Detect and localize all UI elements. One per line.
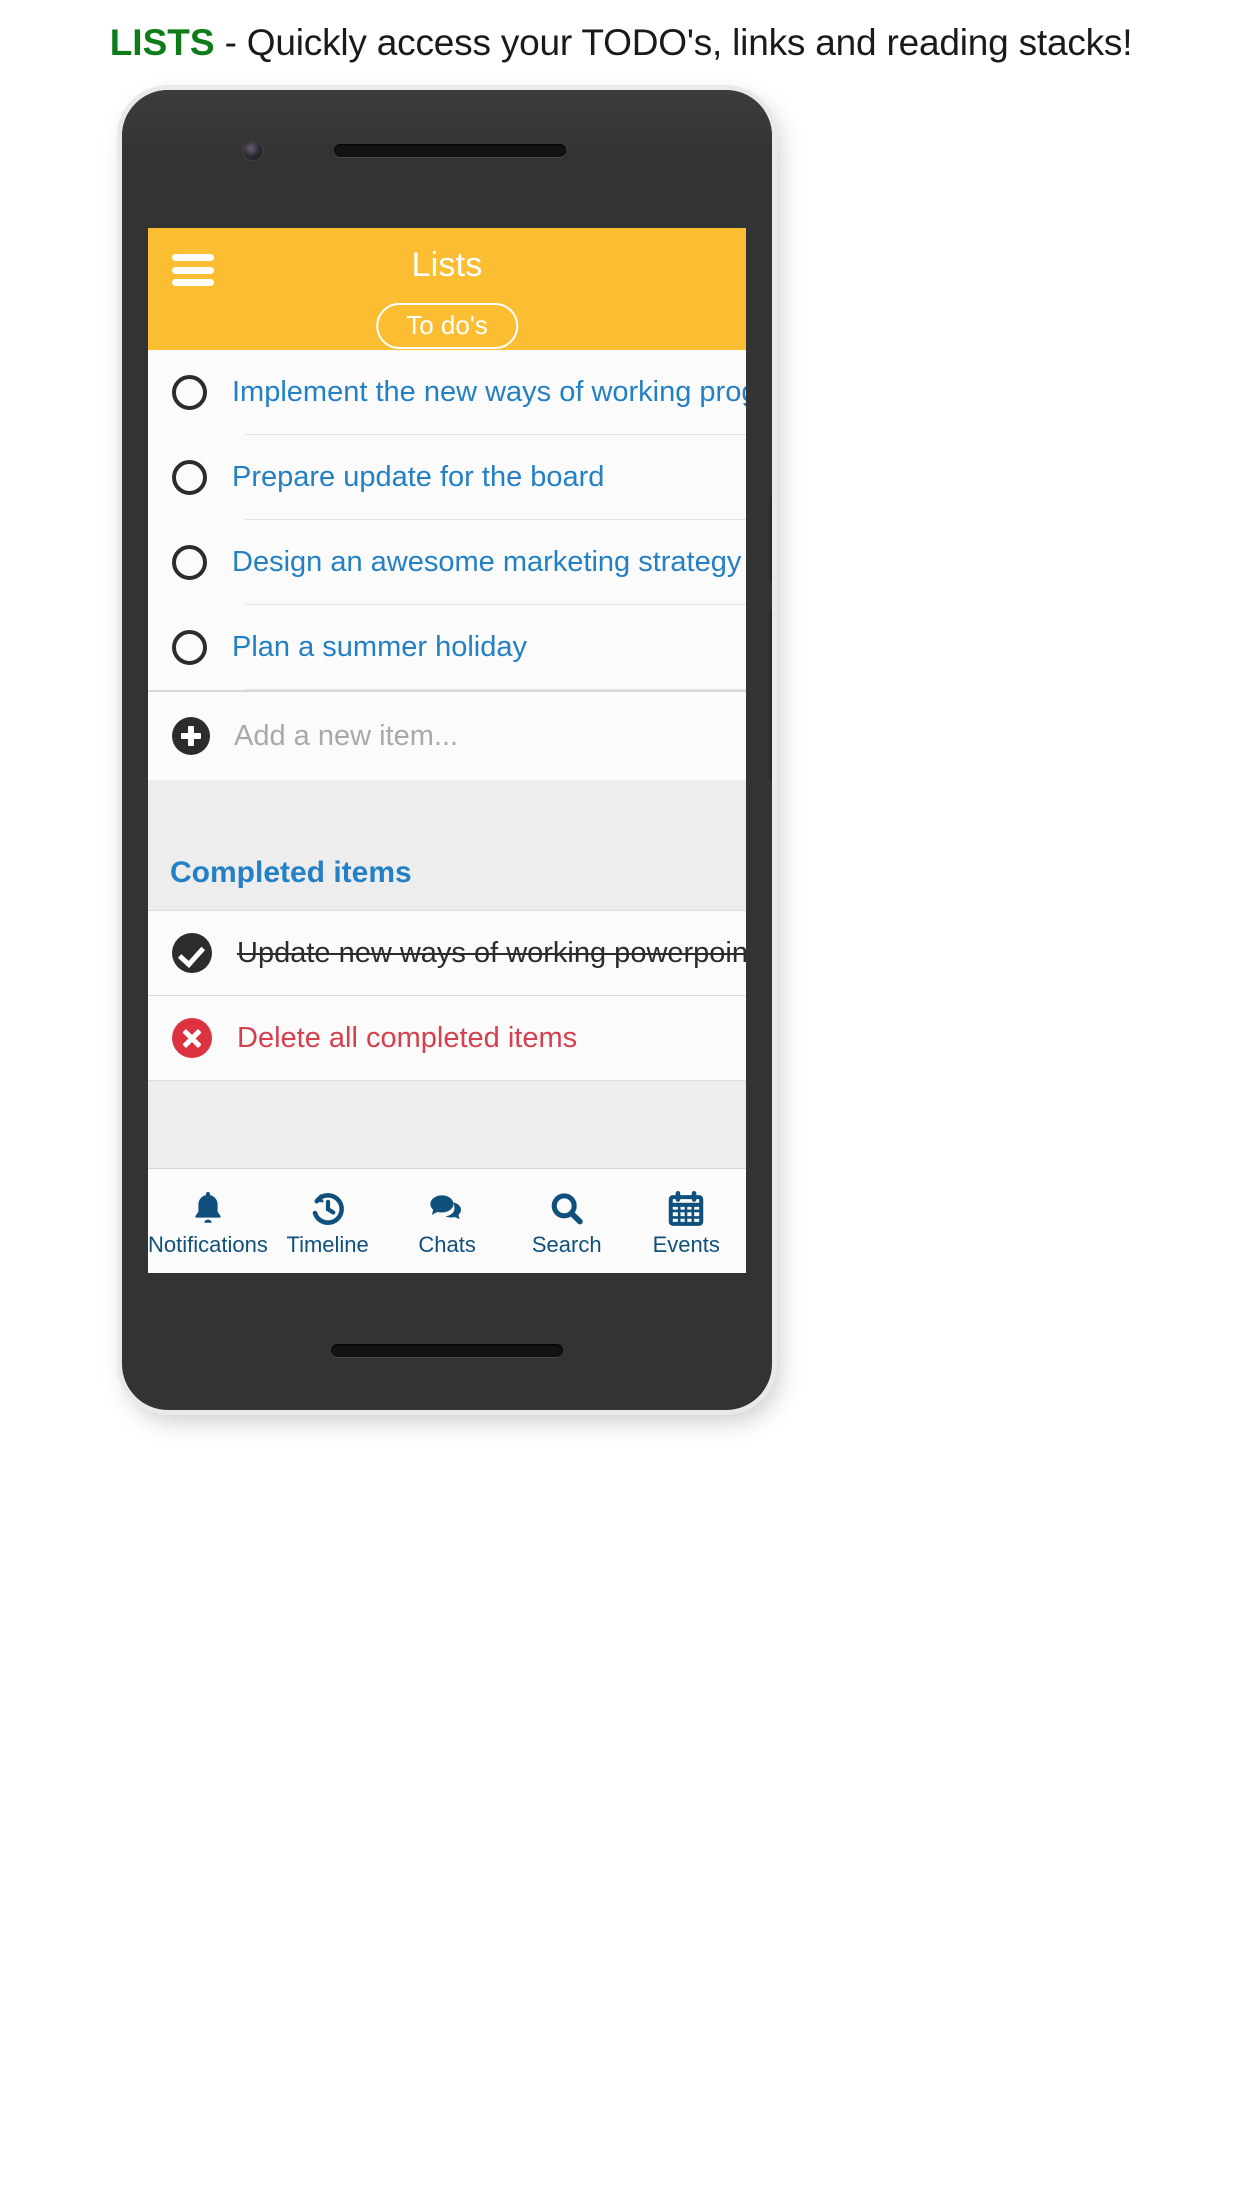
todo-item-label: Prepare update for the board bbox=[232, 461, 605, 493]
completed-item-label: Update new ways of working powerpoint bbox=[237, 936, 746, 969]
checkbox-unchecked-icon[interactable] bbox=[172, 630, 207, 665]
completed-item[interactable]: Update new ways of working powerpoint bbox=[148, 910, 746, 996]
bell-icon bbox=[187, 1186, 229, 1232]
nav-item-events[interactable]: Events bbox=[626, 1186, 746, 1256]
todo-item[interactable]: Implement the new ways of working progra… bbox=[148, 350, 746, 435]
completed-items-header: Completed items bbox=[170, 856, 412, 889]
calendar-icon bbox=[665, 1186, 707, 1232]
todo-item-label: Plan a summer holiday bbox=[232, 631, 527, 663]
magnifier-icon bbox=[546, 1186, 588, 1232]
empty-list-space bbox=[148, 1081, 746, 1168]
front-camera-icon bbox=[244, 142, 262, 160]
app-bar: Lists To do's bbox=[148, 228, 746, 350]
bottom-navigation-bar: Notifications Timeline Chats Search Even… bbox=[148, 1168, 746, 1273]
nav-item-label: Chats bbox=[418, 1232, 476, 1257]
nav-item-notifications[interactable]: Notifications bbox=[148, 1186, 268, 1256]
add-new-item-row[interactable]: Add a new item... bbox=[148, 690, 746, 780]
nav-item-timeline[interactable]: Timeline bbox=[268, 1186, 388, 1256]
page-title-highlight: LISTS bbox=[109, 22, 215, 63]
todo-item[interactable]: Prepare update for the board bbox=[148, 435, 746, 520]
checkbox-unchecked-icon[interactable] bbox=[172, 545, 207, 580]
add-new-item-input[interactable]: Add a new item... bbox=[234, 720, 458, 753]
x-circle-icon[interactable] bbox=[172, 1018, 212, 1058]
phone-screen: Lists To do's Implement the new ways of … bbox=[148, 228, 746, 1273]
completed-section-header-area: Completed items bbox=[148, 780, 746, 910]
earpiece-speaker bbox=[334, 144, 566, 157]
volume-button[interactable] bbox=[769, 496, 772, 582]
phone-top-shade bbox=[122, 90, 772, 150]
nav-item-search[interactable]: Search bbox=[507, 1186, 627, 1256]
page-title: LISTS - Quickly access your TODO's, link… bbox=[0, 22, 1242, 64]
bottom-speaker bbox=[331, 1344, 563, 1357]
plus-circle-icon[interactable] bbox=[172, 717, 210, 755]
todo-item-label: Design an awesome marketing strategy bbox=[232, 546, 742, 578]
phone-mockup: Lists To do's Implement the new ways of … bbox=[122, 90, 772, 1410]
nav-item-label: Timeline bbox=[286, 1232, 369, 1257]
todo-list: Implement the new ways of working progra… bbox=[148, 350, 746, 780]
speech-bubbles-icon bbox=[426, 1186, 468, 1232]
checkbox-checked-icon[interactable] bbox=[172, 933, 212, 973]
delete-all-completed-label: Delete all completed items bbox=[237, 1021, 578, 1054]
power-button[interactable] bbox=[769, 610, 772, 780]
checkbox-unchecked-icon[interactable] bbox=[172, 460, 207, 495]
todo-item-label: Implement the new ways of working progra… bbox=[232, 376, 746, 408]
nav-item-label: Notifications bbox=[148, 1232, 268, 1257]
todo-item[interactable]: Plan a summer holiday bbox=[148, 605, 746, 690]
todo-item[interactable]: Design an awesome marketing strategy bbox=[148, 520, 746, 605]
history-clock-icon bbox=[307, 1186, 349, 1232]
app-bar-title: Lists bbox=[411, 246, 483, 284]
row-divider bbox=[245, 689, 746, 690]
nav-item-label: Search bbox=[531, 1232, 602, 1257]
nav-item-chats[interactable]: Chats bbox=[387, 1186, 507, 1256]
nav-item-label: Events bbox=[652, 1232, 720, 1257]
checkbox-unchecked-icon[interactable] bbox=[172, 375, 207, 410]
todos-filter-pill[interactable]: To do's bbox=[376, 303, 518, 349]
page-title-rest: - Quickly access your TODO's, links and … bbox=[214, 22, 1133, 63]
delete-all-completed-row[interactable]: Delete all completed items bbox=[148, 996, 746, 1081]
